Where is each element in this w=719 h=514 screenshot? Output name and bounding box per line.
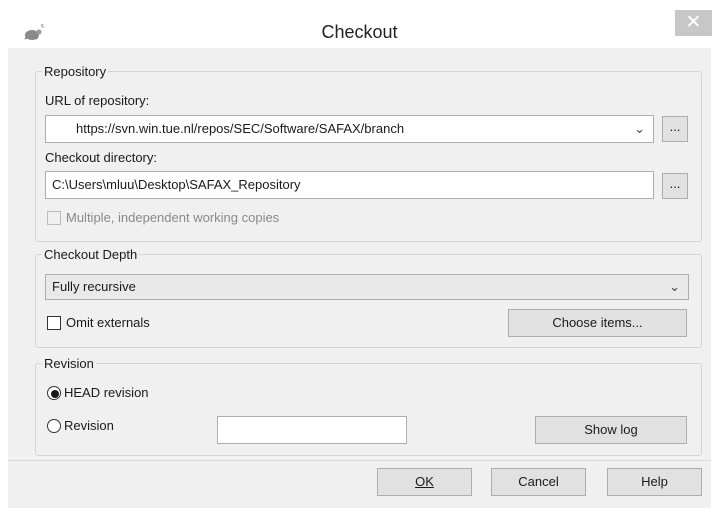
repository-legend: Repository (44, 64, 107, 79)
url-value: https://svn.win.tue.nl/repos/SEC/Softwar… (76, 121, 405, 136)
browse-url-button[interactable]: ... (662, 116, 688, 142)
url-combobox[interactable]: https://svn.win.tue.nl/repos/SEC/Softwar… (45, 115, 654, 143)
revision-label: Revision (64, 418, 114, 433)
browse-directory-button[interactable]: ... (662, 173, 688, 199)
dir-label: Checkout directory: (45, 150, 157, 165)
head-revision-label: HEAD revision (64, 385, 149, 400)
multiple-copies-label: Multiple, independent working copies (66, 210, 280, 225)
omit-externals-label: Omit externals (66, 315, 150, 330)
revision-legend: Revision (44, 356, 94, 371)
window-title: Checkout (321, 22, 398, 42)
checkout-directory-input[interactable]: C:\Users\mluu\Desktop\SAFAX_Repository (45, 171, 654, 199)
ok-label: OK (415, 474, 434, 489)
omit-externals-checkbox[interactable] (47, 316, 61, 330)
close-icon: ✕ (685, 12, 702, 33)
footer-divider (8, 460, 711, 461)
multiple-copies-checkbox[interactable] (47, 211, 61, 225)
chevron-down-icon[interactable]: ⌄ (669, 275, 680, 299)
choose-items-button[interactable]: Choose items... (508, 309, 687, 337)
depth-selected-value: Fully recursive (52, 279, 136, 294)
url-label: URL of repository: (45, 93, 150, 108)
help-button[interactable]: Help (607, 468, 702, 496)
checkout-depth-legend: Checkout Depth (44, 247, 138, 262)
show-log-button[interactable]: Show log (535, 416, 687, 444)
close-button[interactable]: ✕ (675, 10, 712, 36)
depth-select[interactable]: Fully recursive ⌄ (45, 274, 689, 300)
ok-button[interactable]: OK (377, 468, 472, 496)
revision-radio[interactable] (47, 419, 61, 433)
radio-selected-dot (51, 390, 59, 398)
cancel-button[interactable]: Cancel (491, 468, 586, 496)
revision-input[interactable] (217, 416, 407, 444)
head-revision-radio[interactable] (47, 386, 61, 400)
chevron-down-icon[interactable]: ⌄ (634, 116, 645, 142)
